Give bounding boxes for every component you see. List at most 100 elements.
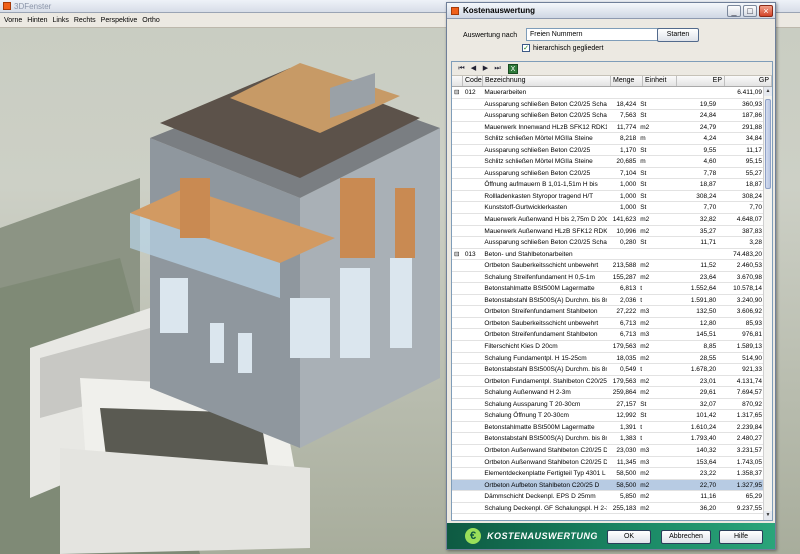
last-page-icon[interactable]: ⏭ — [492, 64, 503, 74]
table-row[interactable]: Betonstahlmatte BSt500M Lagermatte 6,813 t… — [452, 283, 764, 295]
menu-perspektive[interactable]: Perspektive — [101, 17, 138, 24]
cell-einheit: t — [640, 366, 643, 374]
table-row[interactable]: Ortbeton Fundamentpl. Stahlbeton C20/25 … — [452, 376, 764, 388]
cell-menge: 18,035 — [616, 354, 637, 362]
table-row[interactable]: Schalung Außenwand H 2-3m 259,864 m2 29,61 7… — [452, 387, 764, 399]
cell-ep: 18,87 — [699, 181, 717, 189]
ok-button[interactable]: OK — [607, 530, 651, 544]
table-row[interactable]: Ortbeton Außenwand Stahlbeton C20/25 D 11… — [452, 457, 764, 469]
table-row[interactable]: Aussparung schließen Beton C20/25 1,170 St… — [452, 145, 764, 157]
menu-ortho[interactable]: Ortho — [142, 17, 160, 24]
table-row[interactable]: Mauerwerk Außenwand HLzB SFK12 RDK1,6 10,… — [452, 226, 764, 238]
header-ep[interactable]: EP — [677, 76, 725, 86]
cell-gp: 7,70 — [749, 204, 763, 212]
header-code[interactable]: Code — [463, 76, 483, 86]
table-row[interactable]: Aussparung schließen Beton C20/25 7,104 St… — [452, 168, 764, 180]
table-row[interactable]: Ortbeton Außenwand Stahlbeton C20/25 D 23… — [452, 445, 764, 457]
cell-ep: 7,70 — [703, 204, 717, 212]
table-row[interactable]: Betonstabstahl BSt500S(A) Durchm. bis 8m… — [452, 364, 764, 376]
cell-bezeichnung: Aussparung schließen Beton C20/25 Schalu… — [484, 239, 607, 247]
prev-page-icon[interactable]: ◀ — [468, 64, 479, 74]
cell-einheit: m2 — [640, 216, 650, 224]
scroll-down-icon[interactable]: ▼ — [764, 511, 772, 520]
cancel-button[interactable]: Abbrechen — [661, 530, 711, 544]
table-row[interactable]: Schalung Aussparung T 20-30cm 27,157 St 32,… — [452, 399, 764, 411]
cell-ep: 35,27 — [699, 227, 717, 235]
table-row[interactable]: Rollladenkasten Styropor tragend H/T 1,00… — [452, 191, 764, 203]
cell-code — [463, 445, 483, 456]
cell-ep: 32,07 — [699, 400, 717, 408]
maximize-button[interactable]: □ — [743, 4, 757, 17]
row-expander — [452, 179, 463, 190]
cell-ep: 32,82 — [699, 216, 717, 224]
cell-code — [463, 272, 483, 283]
app-icon — [3, 2, 11, 10]
menu-rechts[interactable]: Rechts — [74, 17, 96, 24]
table-row[interactable]: Mauerwerk Außenwand H bis 2,75m D 20cm 14… — [452, 214, 764, 226]
scroll-up-icon[interactable]: ▲ — [764, 87, 772, 96]
table-row[interactable]: Schalung Fundamentpl. H 15-25cm 18,035 m2 2… — [452, 353, 764, 365]
menu-links[interactable]: Links — [53, 17, 69, 24]
3d-window-title: 3DFenster — [14, 1, 52, 11]
cell-gp: 1.589,13 — [736, 343, 763, 351]
table-row[interactable]: Schlitz schließen Mörtel MGIIa Steine 20,… — [452, 156, 764, 168]
table-row[interactable]: Schalung Öffnung T 20-30cm 12,992 St 101,42… — [452, 410, 764, 422]
table-row[interactable]: Betonstabstahl BSt500S(A) Durchm. bis 8m… — [452, 433, 764, 445]
cell-bezeichnung: Ortbeton Streifenfundament Stahlbeton — [484, 308, 598, 316]
table-row[interactable]: Öffnung aufmauern B 1,01-1,51m H bis 1,00… — [452, 179, 764, 191]
table-group-row[interactable]: ⊟ 013 Beton- und Stahlbetonarbeiten 74.483,… — [452, 248, 764, 261]
table-row[interactable]: Aussparung schließen Beton C20/25 Schalu… — [452, 99, 764, 111]
cell-einheit: St — [640, 146, 647, 154]
start-button[interactable]: Starten — [657, 28, 699, 42]
table-row[interactable]: Elementdeckenplatte Fertigteil Typ 4301 … — [452, 468, 764, 480]
vertical-scrollbar[interactable]: ▲ ▼ — [763, 87, 772, 520]
menu-vorne[interactable]: Vorne — [4, 17, 22, 24]
cell-gp: 976,81 — [742, 331, 763, 339]
header-gp[interactable]: GP — [725, 76, 772, 86]
table-row[interactable]: Betonstahlmatte BSt500M Lagermatte 1,391 t… — [452, 422, 764, 434]
table-row[interactable]: Kunststoff-Gurtwicklerkasten 1,000 St 7,70 7… — [452, 202, 764, 215]
auswertung-select[interactable]: Freien Nummern ▼ — [526, 28, 671, 41]
table-row[interactable]: Ortbeton Streifenfundament Stahlbeton 27,… — [452, 306, 764, 318]
table-row[interactable]: Mauerwerk Innenwand HLzB SFK12 RDK1,6 D 1… — [452, 122, 764, 134]
checkmark-icon[interactable]: ✓ — [522, 44, 530, 52]
cell-ep: 1.793,40 — [690, 435, 717, 443]
collapse-icon[interactable]: ⊟ — [452, 249, 463, 260]
table-row[interactable]: Schlitz schließen Mörtel MGIIa Steine 8,2… — [452, 133, 764, 145]
cell-einheit: m2 — [640, 273, 650, 281]
header-bezeichnung[interactable]: Bezeichnung — [483, 76, 611, 86]
table-row[interactable]: Ortbeton Streifenfundament Stahlbeton 6,7… — [452, 329, 764, 342]
minimize-button[interactable]: _ — [727, 4, 741, 17]
close-button[interactable]: × — [759, 4, 773, 17]
header-menge[interactable]: Menge — [611, 76, 643, 86]
header-einheit[interactable]: Einheit — [643, 76, 677, 86]
cell-code — [463, 191, 483, 202]
table-row[interactable]: Schalung Deckenpl. GF Schalungspl. H 2-3… — [452, 503, 764, 515]
table-row[interactable]: Aussparung schließen Beton C20/25 Schalu… — [452, 237, 764, 249]
first-page-icon[interactable]: ⏮ — [456, 64, 467, 74]
cell-bezeichnung: Ortbeton Sauberkeitsschicht unbewehrt — [484, 262, 599, 270]
collapse-icon[interactable]: ⊟ — [452, 87, 463, 98]
cell-gp: 6.411,09 — [737, 89, 763, 96]
excel-export-icon[interactable]: X — [508, 63, 518, 74]
hierarchical-checkbox[interactable]: ✓ hierarchisch gegliedert — [522, 44, 603, 52]
cell-ep: 1.591,80 — [690, 296, 717, 304]
cell-gp: 3.231,57 — [736, 446, 763, 454]
cell-bezeichnung: Schalung Außenwand H 2-3m — [484, 389, 571, 397]
scroll-thumb[interactable] — [765, 99, 771, 189]
help-button[interactable]: Hilfe — [719, 530, 763, 544]
table-row[interactable]: Aussparung schließen Beton C20/25 Schalu… — [452, 110, 764, 122]
table-row[interactable]: Dämmschicht Deckenpl. EPS D 25mm 5,850 m2 1… — [452, 491, 764, 503]
next-page-icon[interactable]: ▶ — [480, 64, 491, 74]
table-group-row[interactable]: ⊟ 012 Mauerarbeiten 6.411,09 — [452, 87, 764, 99]
table-row[interactable]: Ortbeton Aufbeton Stahlbeton C20/25 D 58,… — [452, 479, 764, 492]
table-row[interactable]: Filterschicht Kies D 20cm 179,563 m2 8,85 1.… — [452, 341, 764, 353]
dialog-icon — [451, 6, 459, 15]
table-row[interactable]: Schalung Streifenfundament H 0,5-1m 155,2… — [452, 272, 764, 284]
table-row[interactable]: Ortbeton Sauberkeitsschicht unbewehrt 6,7… — [452, 318, 764, 330]
table-row[interactable]: Betonstabstahl BSt500S(A) Durchm. bis 8m… — [452, 295, 764, 307]
table-row[interactable]: Ortbeton Sauberkeitsschicht unbewehrt 213… — [452, 260, 764, 272]
menu-hinten[interactable]: Hinten — [27, 17, 47, 24]
row-expander — [452, 145, 463, 156]
header-expander — [452, 76, 463, 86]
